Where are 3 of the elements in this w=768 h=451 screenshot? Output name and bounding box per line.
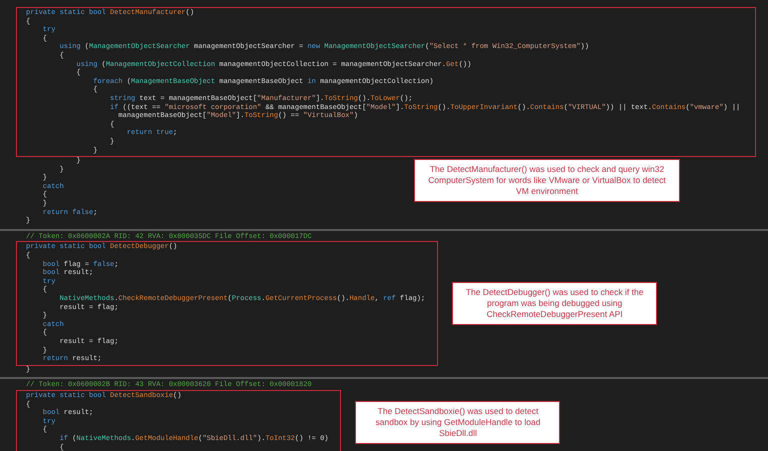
annotation-callout: The DetectSandboxie() was used to detect sandbox by using GetModuleHandle to load SbieDll.dll <box>355 400 560 444</box>
annotation-callout: The DetectManufacturer() was used to check and query win32 ComputerSystem for words like VMware or VirtualBox to detect VM environment <box>414 159 680 202</box>
annotation-callout: The DetectDebugger() was used to check if the program was being debugged using CheckRemoteDebuggerPresent API <box>452 282 658 326</box>
